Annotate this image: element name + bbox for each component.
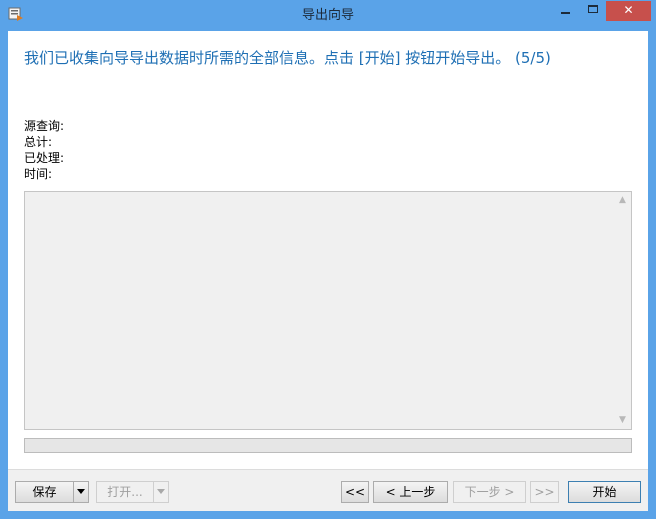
log-scrollbar[interactable]: ▲ ▼ xyxy=(614,192,631,429)
chevron-down-icon xyxy=(157,489,165,494)
export-log-area[interactable]: ▲ ▼ xyxy=(24,191,632,430)
scroll-down-icon[interactable]: ▼ xyxy=(614,412,631,429)
export-wizard-window: 导出向导 ✕ 我们已收集向导导出数据时所需的全部信息。点击 [开始] 按钮开始导… xyxy=(0,0,656,519)
step-heading: 我们已收集向导导出数据时所需的全部信息。点击 [开始] 按钮开始导出。 (5/5… xyxy=(24,49,551,67)
time-label: 时间: xyxy=(24,167,53,181)
open-dropdown-button[interactable] xyxy=(153,481,169,503)
open-button[interactable]: 打开... xyxy=(96,481,154,503)
start-button[interactable]: 开始 xyxy=(568,481,641,503)
processed-label: 已处理: xyxy=(24,151,65,165)
minimize-button[interactable] xyxy=(552,1,579,21)
close-button[interactable]: ✕ xyxy=(606,1,651,21)
chevron-down-icon xyxy=(77,489,85,494)
wizard-content: 我们已收集向导导出数据时所需的全部信息。点击 [开始] 按钮开始导出。 (5/5… xyxy=(8,31,648,511)
scroll-up-icon[interactable]: ▲ xyxy=(614,192,631,209)
next-button[interactable]: 下一步 > xyxy=(453,481,526,503)
first-step-button[interactable]: << xyxy=(341,481,369,503)
button-bar: 保存 打开... << < 上一步 下一步 > >> 开始 xyxy=(8,469,648,511)
last-step-button[interactable]: >> xyxy=(530,481,559,503)
save-button[interactable]: 保存 xyxy=(15,481,74,503)
save-dropdown-button[interactable] xyxy=(73,481,89,503)
maximize-button[interactable] xyxy=(579,1,606,21)
source-query-label: 源查询: xyxy=(24,119,65,133)
export-progress-bar xyxy=(24,438,632,453)
title-bar[interactable]: 导出向导 ✕ xyxy=(0,0,656,31)
total-label: 总计: xyxy=(24,135,53,149)
close-icon: ✕ xyxy=(623,3,634,17)
maximize-icon xyxy=(587,4,598,13)
minimize-icon xyxy=(561,11,570,14)
previous-button[interactable]: < 上一步 xyxy=(373,481,448,503)
